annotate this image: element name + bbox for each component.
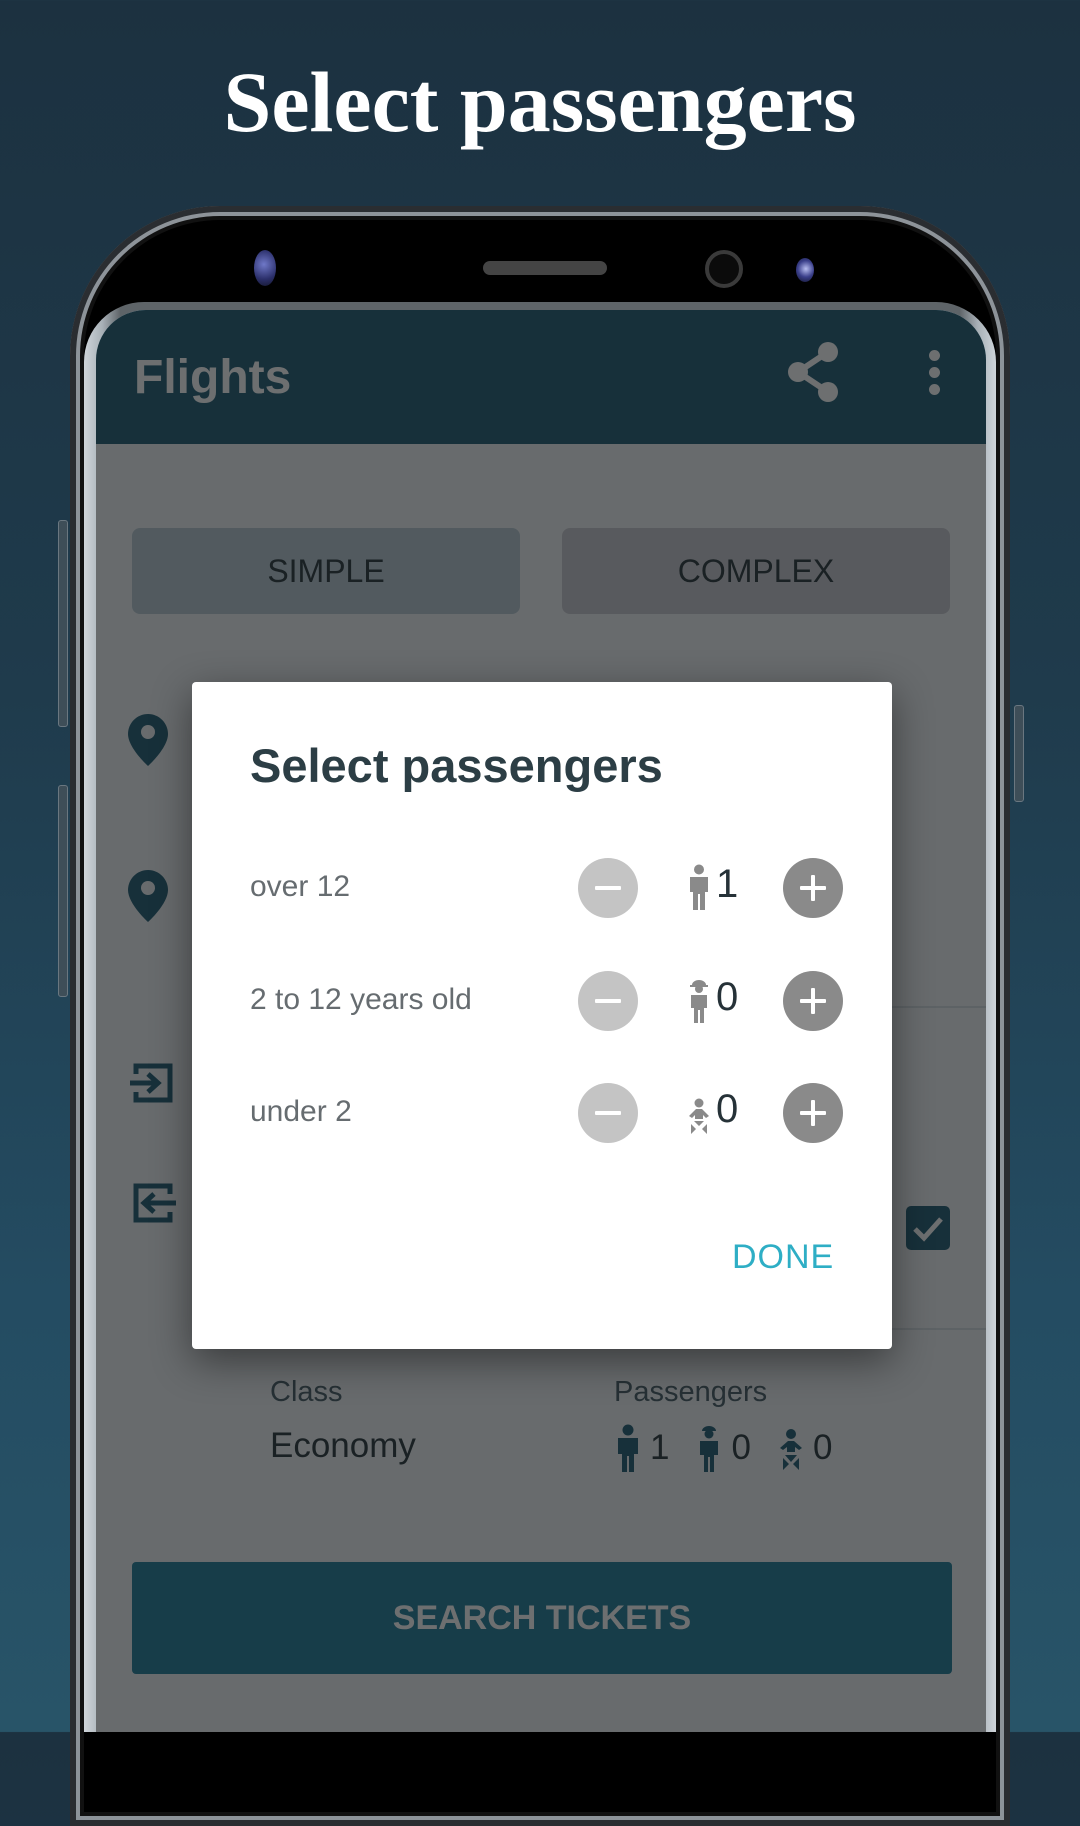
infant-icon bbox=[689, 1098, 709, 1134]
earpiece-speaker bbox=[483, 261, 607, 275]
passenger-row-infants: under 2 0 bbox=[192, 1079, 892, 1149]
adult-icon bbox=[690, 864, 708, 910]
passenger-row-children: 2 to 12 years old 0 bbox=[192, 967, 892, 1037]
iris-scanner bbox=[705, 250, 743, 288]
child-icon bbox=[690, 980, 708, 1023]
passenger-row-label: 2 to 12 years old bbox=[250, 983, 472, 1016]
passenger-row-label: over 12 bbox=[250, 870, 351, 903]
promo-title: Select passengers bbox=[223, 54, 857, 150]
decrement-children-button[interactable] bbox=[578, 971, 638, 1031]
infants-count: 0 bbox=[716, 1087, 739, 1131]
phone-power-button bbox=[1014, 705, 1024, 802]
minus-icon bbox=[595, 999, 621, 1003]
increment-adults-button[interactable] bbox=[783, 858, 843, 918]
phone-bixby-button bbox=[58, 785, 68, 997]
children-count: 0 bbox=[716, 975, 739, 1019]
minus-icon bbox=[595, 1111, 621, 1115]
passenger-row-label: under 2 bbox=[250, 1095, 352, 1128]
select-passengers-dialog: Select passengers over 12 1 2 to 12 year… bbox=[192, 682, 892, 1349]
adults-count: 1 bbox=[716, 862, 739, 906]
dialog-title: Select passengers bbox=[250, 739, 663, 792]
front-camera bbox=[796, 258, 814, 282]
increment-infants-button[interactable] bbox=[783, 1083, 843, 1143]
passenger-row-adults: over 12 1 bbox=[192, 854, 892, 924]
increment-children-button[interactable] bbox=[783, 971, 843, 1031]
phone-volume-button bbox=[58, 520, 68, 727]
decrement-adults-button[interactable] bbox=[578, 858, 638, 918]
decrement-infants-button[interactable] bbox=[578, 1083, 638, 1143]
minus-icon bbox=[595, 886, 621, 890]
proximity-sensor bbox=[254, 250, 276, 286]
done-button[interactable]: DONE bbox=[732, 1238, 834, 1277]
